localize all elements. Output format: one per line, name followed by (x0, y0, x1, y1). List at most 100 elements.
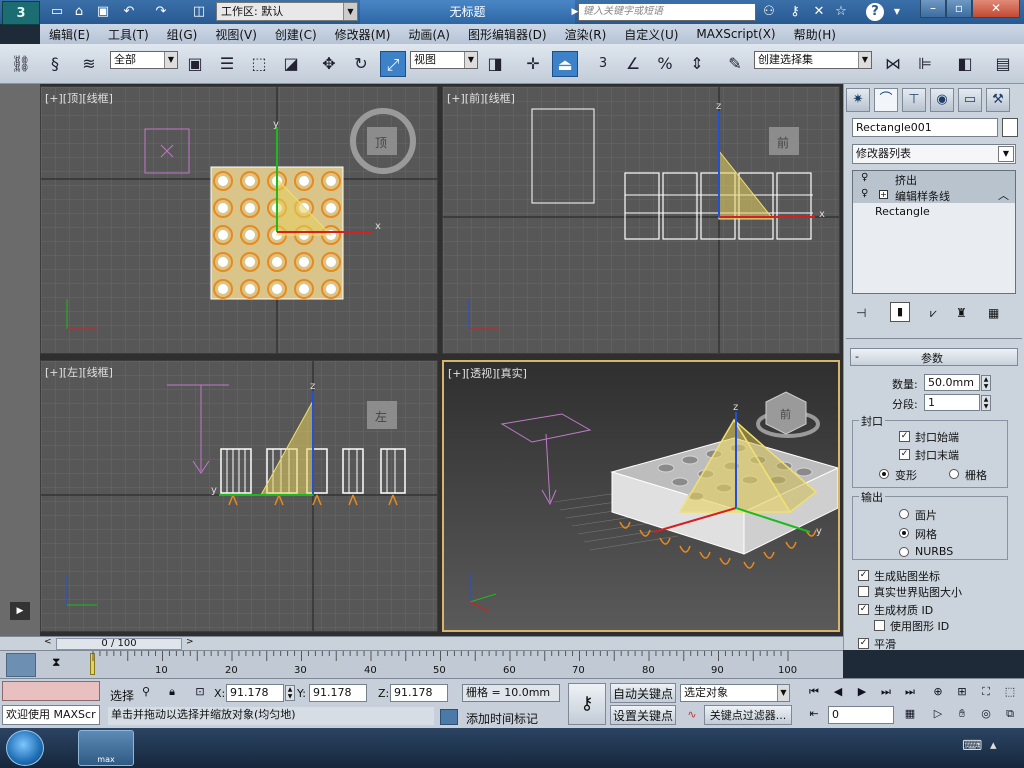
pin-stack-icon[interactable]: ⊣ (856, 306, 866, 320)
chevron-up-icon[interactable]: ︿ (998, 187, 1009, 203)
snap-toggle-icon[interactable]: 3 (590, 51, 616, 77)
minimize-button[interactable]: – (920, 0, 946, 18)
amount-input[interactable]: 50.0mm (924, 374, 980, 391)
viewport-perspective-label[interactable]: [+][透视][真实] (448, 365, 527, 381)
menu-graph-editors[interactable]: 图形编辑器(D) (459, 26, 556, 43)
viewport-perspective[interactable]: z y 前 [+][透视][真实] (442, 360, 840, 632)
stack-item-edit-spline[interactable]: ♀ + 编辑样条线 ︿ (853, 187, 1015, 203)
maximize-viewport-icon[interactable]: ⧉ (1000, 705, 1020, 723)
prev-frame-arrow-icon[interactable]: < (44, 637, 52, 647)
create-tab-icon[interactable]: ✷ (846, 88, 870, 112)
taskbar-3dsmax-app[interactable]: max (78, 730, 134, 766)
render-icon[interactable]: ▤ (990, 51, 1016, 77)
go-to-start-icon[interactable]: ⏮ (804, 683, 824, 701)
isolate-icon[interactable]: ⚲ (136, 683, 156, 701)
current-frame-input[interactable]: 0 (828, 706, 894, 724)
orbit-icon[interactable]: ◎ (976, 705, 996, 723)
pan-hand-icon[interactable]: ✋︎ (952, 705, 972, 723)
time-tag-icon[interactable] (440, 709, 458, 725)
key-tangent-icon[interactable]: ∿ (682, 706, 702, 724)
curve-editor-icon[interactable]: ⧗ (52, 655, 60, 670)
edit-named-selection-icon[interactable]: ✎ (722, 51, 748, 77)
undo-icon[interactable]: ↶ (120, 3, 138, 21)
set-key-button[interactable]: 设置关键点 (610, 705, 676, 725)
selection-lock-icon[interactable]: 🔒︎ (162, 683, 182, 701)
window-crossing-icon[interactable]: ◪ (278, 51, 304, 77)
binoculars-icon[interactable]: ⚇ (760, 3, 778, 21)
z-coordinate-input[interactable]: 91.178 (390, 684, 448, 702)
display-tab-icon[interactable]: ▭ (958, 88, 982, 112)
field-of-view-icon[interactable]: ▷ (928, 705, 948, 723)
make-unique-icon[interactable]: ⩗ (930, 306, 937, 321)
zoom-extents-icon[interactable]: ⛶ (976, 683, 996, 701)
auto-key-button[interactable]: 自动关键点 (610, 683, 676, 703)
modify-tab-icon[interactable]: ⌒ (874, 88, 898, 112)
move-icon[interactable]: ✥ (316, 51, 342, 77)
zoom-extents-all-icon[interactable]: ⬚ (1000, 683, 1020, 701)
key-set-select[interactable]: 选定对象 ▼ (680, 684, 790, 702)
time-config-icon[interactable]: ▦ (900, 705, 920, 723)
modifier-list-select[interactable]: 修改器列表 ▼ (852, 144, 1016, 164)
maxscript-mini-listener[interactable]: 欢迎使用 MAXScr (2, 705, 100, 725)
angle-snap-icon[interactable]: ∠ (620, 51, 646, 77)
menu-edit[interactable]: 编辑(E) (40, 26, 99, 43)
workspace-selector[interactable]: 工作区: 默认 ▼ (216, 2, 358, 21)
stack-item-rectangle[interactable]: Rectangle (875, 205, 930, 218)
x-coordinate-input[interactable]: 91.178 (226, 684, 284, 702)
select-object-icon[interactable]: ▣ (182, 51, 208, 77)
help-dropdown-icon[interactable]: ▼ (888, 3, 906, 21)
utilities-tab-icon[interactable]: ⚒ (986, 88, 1010, 112)
next-key-icon[interactable]: ⏭ (876, 683, 896, 701)
add-time-tag-label[interactable]: 添加时间标记 (466, 710, 538, 727)
project-folder-icon[interactable]: ◫ (190, 3, 208, 21)
close-button[interactable]: ✕ (972, 0, 1020, 18)
menu-help[interactable]: 帮助(H) (785, 26, 845, 43)
expand-arrow-icon[interactable]: ▶ (10, 602, 30, 620)
object-color-swatch[interactable] (1002, 118, 1018, 137)
open-file-icon[interactable]: ⌂ (70, 3, 88, 21)
gen-map-coords-checkbox[interactable]: ✓ (858, 570, 869, 581)
lightbulb-icon[interactable]: ♀ (861, 188, 868, 199)
previous-key-icon[interactable]: ◀︎ (828, 683, 848, 701)
key-icon[interactable]: ⚷ (786, 3, 804, 21)
menu-group[interactable]: 组(G) (158, 26, 207, 43)
time-slider-thumb[interactable]: 0 / 100 (56, 638, 182, 650)
viewport-top[interactable]: y x 顶 [+][顶][线框] (40, 86, 438, 354)
y-coordinate-input[interactable]: 91.178 (309, 684, 367, 702)
hierarchy-tab-icon[interactable]: ⊤ (902, 88, 926, 112)
expand-plus-icon[interactable]: + (879, 190, 888, 199)
help-icon[interactable]: ? (866, 3, 884, 21)
configure-modifier-sets-icon[interactable]: ▦ (988, 306, 999, 320)
cap-start-checkbox[interactable]: ✓ (899, 431, 910, 442)
zoom-icon[interactable]: ⊕ (928, 683, 948, 701)
percent-snap-icon[interactable]: % (652, 51, 678, 77)
mesh-radio[interactable] (899, 528, 909, 538)
search-input[interactable]: 键入关键字或短语 (578, 3, 756, 21)
cap-end-checkbox[interactable]: ✓ (899, 449, 910, 460)
mirror-icon[interactable]: ⋈ (880, 51, 906, 77)
time-slider[interactable]: < 0 / 100 > (0, 636, 843, 650)
keyboard-shortcut-override-icon[interactable]: ⏏ (552, 51, 578, 77)
zoom-all-icon[interactable]: ⊞ (952, 683, 972, 701)
play-icon[interactable]: ▶︎ (852, 683, 872, 701)
layer-manager-icon[interactable]: ◧ (952, 51, 978, 77)
segments-input[interactable]: 1 (924, 394, 980, 411)
named-selection-set-select[interactable]: 创建选择集 ▼ (754, 51, 872, 69)
grid-radio[interactable] (949, 469, 959, 479)
redo-icon[interactable]: ↷ (152, 3, 170, 21)
menu-maxscript[interactable]: MAXScript(X) (687, 27, 784, 41)
align-icon[interactable]: ⊫ (912, 51, 938, 77)
new-file-icon[interactable]: ▭ (48, 3, 66, 21)
unlink-icon[interactable]: § (42, 51, 68, 77)
menu-views[interactable]: 视图(V) (206, 26, 266, 43)
favorite-star-icon[interactable]: ☆ (832, 3, 850, 21)
absolute-mode-icon[interactable]: ⊡ (190, 683, 210, 701)
menu-animation[interactable]: 动画(A) (399, 26, 459, 43)
key-mode-toggle-icon[interactable]: ⇤ (804, 705, 824, 723)
motion-tab-icon[interactable]: ◉ (930, 88, 954, 112)
remove-modifier-icon[interactable]: ♜ (956, 306, 967, 320)
track-bar[interactable]: ⧗ 10 20 30 40 50 60 70 80 90 100 (0, 650, 843, 678)
rotate-icon[interactable]: ↻ (348, 51, 374, 77)
stack-item-extrude[interactable]: ♀ 挤出 (853, 171, 1015, 187)
use-shape-id-checkbox[interactable] (874, 620, 885, 631)
